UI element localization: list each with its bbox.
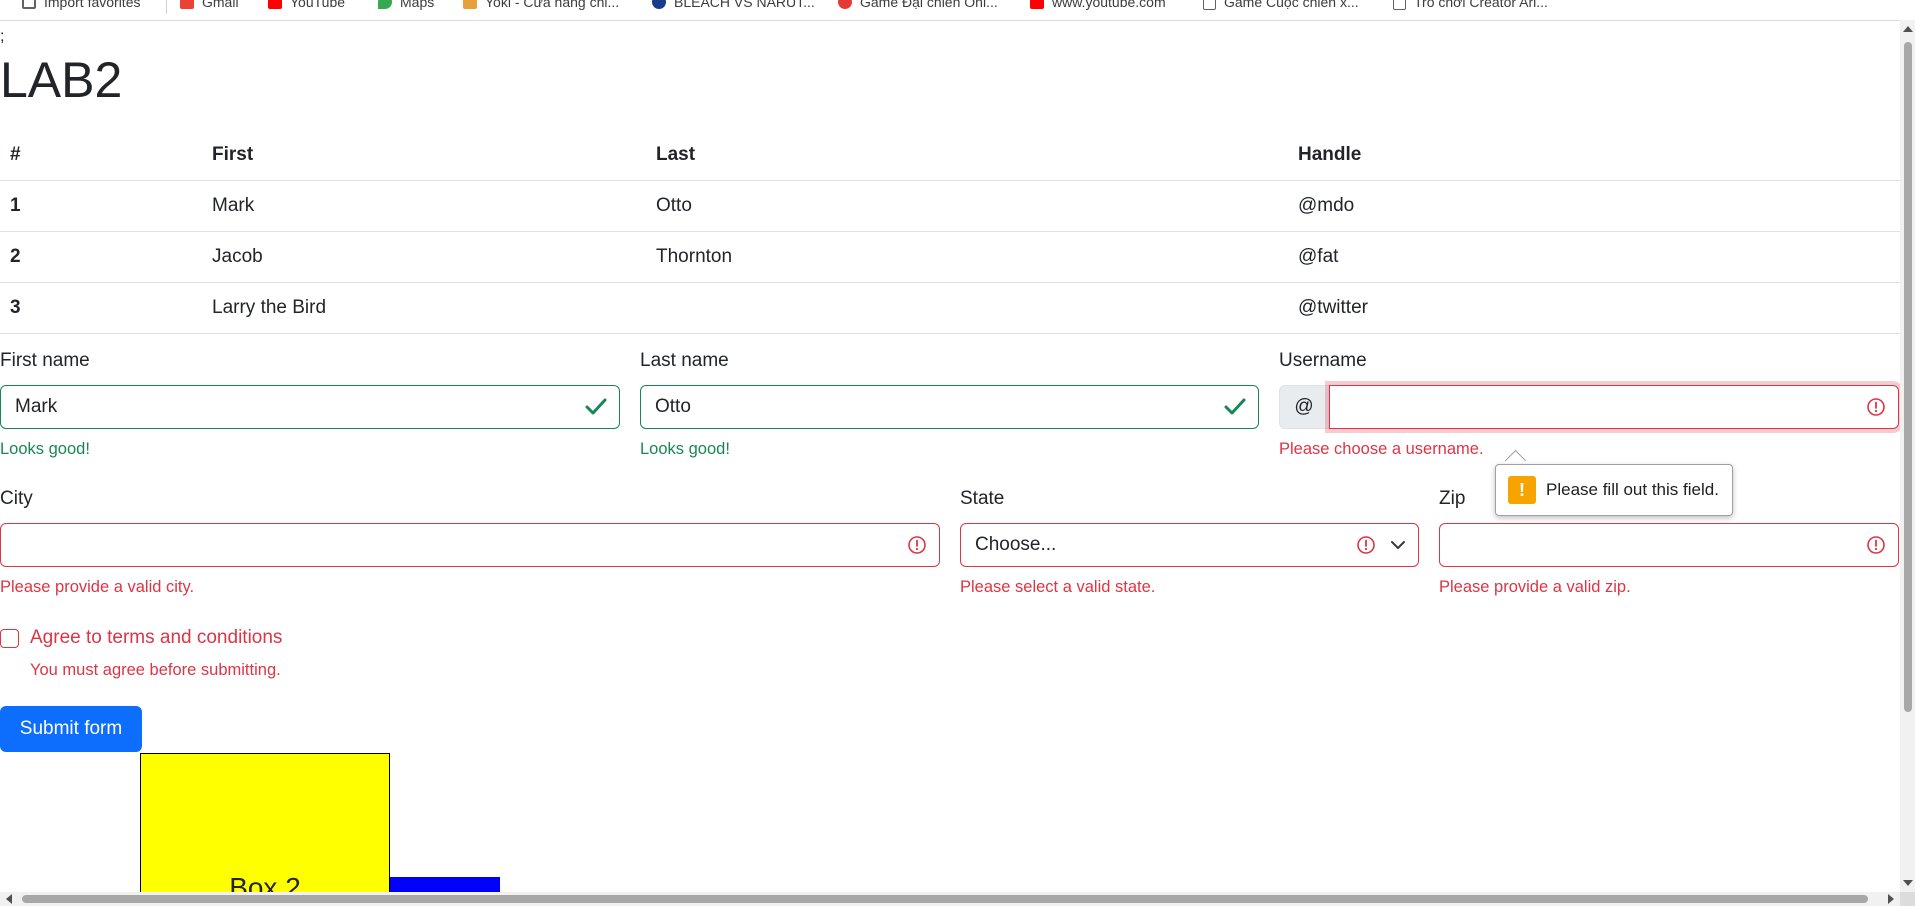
check-icon	[1224, 397, 1246, 417]
cell-handle: @twitter	[1288, 282, 1900, 334]
bookmark-bleach[interactable]: BLEACH VS NARUT...	[652, 0, 815, 12]
cell-last: Otto	[646, 180, 1288, 232]
zip-feedback: Please provide a valid zip.	[1439, 578, 1631, 596]
error-icon	[907, 535, 927, 555]
last-name-feedback: Looks good!	[640, 440, 730, 458]
maps-icon	[378, 0, 392, 9]
gmail-icon	[180, 0, 194, 9]
first-name-input[interactable]: Mark	[0, 385, 620, 429]
error-icon	[1357, 536, 1375, 554]
bookmark-yoki[interactable]: Yoki - Cửa hàng chi...	[463, 0, 619, 12]
bookmark-youtube[interactable]: YouTube	[268, 0, 345, 12]
agree-label[interactable]: Agree to terms and conditions	[30, 627, 282, 649]
horizontal-scrollbar[interactable]	[0, 892, 1900, 906]
scroll-down-arrow-icon[interactable]	[1903, 880, 1913, 886]
bleach-icon	[652, 0, 666, 9]
box-2-label: Box 2	[229, 872, 301, 892]
first-name-value: Mark	[15, 396, 58, 417]
tooltip-message: Please fill out this field.	[1546, 480, 1719, 499]
row-number: 1	[0, 180, 202, 232]
youtube-icon	[268, 0, 282, 9]
username-prefix: @	[1279, 385, 1329, 429]
box-2: Box 2	[140, 753, 390, 892]
last-name-label: Last name	[640, 350, 729, 371]
bookmark-youtube-com[interactable]: www.youtube.com	[1030, 0, 1166, 12]
cell-handle: @fat	[1288, 231, 1900, 283]
game-icon	[838, 0, 852, 9]
warning-icon: !	[1508, 476, 1536, 504]
first-name-label: First name	[0, 350, 90, 371]
username-feedback: Please choose a username.	[1279, 440, 1484, 458]
column-header-number: #	[0, 130, 202, 181]
agree-checkbox[interactable]	[0, 629, 19, 648]
cell-last	[646, 282, 1288, 334]
bookmark-separator	[166, 0, 167, 14]
state-feedback: Please select a valid state.	[960, 578, 1156, 596]
users-table: # First Last Handle 1 Mark Otto @mdo 2 J…	[0, 130, 1900, 334]
table-row: 2 Jacob Thornton @fat	[0, 231, 1900, 283]
blue-box	[390, 877, 500, 892]
column-header-handle: Handle	[1288, 130, 1900, 181]
check-icon	[585, 397, 607, 417]
validation-tooltip: ! Please fill out this field.	[1495, 464, 1733, 516]
last-name-value: Otto	[655, 396, 691, 417]
error-icon	[1866, 397, 1886, 417]
error-icon	[1866, 535, 1886, 555]
bookmark-game-dai-chien[interactable]: Game Đại chiến Onl...	[838, 0, 998, 12]
state-selected-value: Choose...	[975, 534, 1057, 555]
yoki-icon	[463, 0, 477, 9]
state-select[interactable]: Choose...	[960, 523, 1419, 567]
table-header-row: # First Last Handle	[0, 130, 1900, 181]
vertical-scroll-thumb[interactable]	[1904, 42, 1912, 712]
youtube-icon	[1030, 0, 1044, 9]
first-name-feedback: Looks good!	[0, 440, 90, 458]
bookmark-import-favorites[interactable]: Import favorites	[22, 0, 140, 12]
bookmarks-bar: Import favorites Gmail YouTube Maps Yoki…	[0, 0, 1915, 21]
cell-first: Larry the Bird	[202, 282, 646, 334]
city-input[interactable]	[0, 523, 940, 567]
page-icon	[1393, 0, 1406, 10]
chevron-down-icon	[1391, 541, 1405, 549]
page-content: ; LAB2 # First Last Handle 1 Mark Otto @…	[0, 20, 1900, 892]
zip-label: Zip	[1439, 488, 1466, 509]
bookmark-gmail[interactable]: Gmail	[180, 0, 239, 12]
submit-button[interactable]: Submit form	[0, 706, 142, 752]
import-icon	[22, 0, 36, 9]
scroll-up-arrow-icon[interactable]	[1903, 26, 1913, 32]
stray-text: ;	[0, 28, 5, 45]
agree-feedback: You must agree before submitting.	[30, 661, 281, 679]
scroll-right-arrow-icon[interactable]	[1888, 894, 1894, 904]
table-row: 3 Larry the Bird @twitter	[0, 282, 1900, 334]
scrollbar-corner	[1900, 892, 1915, 906]
page-icon	[1203, 0, 1216, 10]
username-label: Username	[1279, 350, 1367, 371]
state-select-icons	[1356, 535, 1406, 555]
bookmark-game-cuoc-chien[interactable]: Game Cuộc chiến x...	[1203, 0, 1359, 12]
scroll-left-arrow-icon[interactable]	[6, 894, 12, 904]
cell-handle: @mdo	[1288, 180, 1900, 232]
bookmark-tro-choi-creator[interactable]: Trò chơi Creator Arl...	[1393, 0, 1548, 12]
row-number: 3	[0, 282, 202, 334]
column-header-last: Last	[646, 130, 1288, 181]
city-feedback: Please provide a valid city.	[0, 578, 195, 596]
horizontal-scroll-thumb[interactable]	[22, 895, 1868, 903]
bookmark-maps[interactable]: Maps	[378, 0, 434, 12]
cell-last: Thornton	[646, 231, 1288, 283]
username-input[interactable]	[1329, 385, 1899, 429]
city-label: City	[0, 488, 33, 509]
cell-first: Jacob	[202, 231, 646, 283]
last-name-input[interactable]: Otto	[640, 385, 1259, 429]
column-header-first: First	[202, 130, 646, 181]
row-number: 2	[0, 231, 202, 283]
vertical-scrollbar[interactable]	[1900, 20, 1915, 892]
cell-first: Mark	[202, 180, 646, 232]
table-row: 1 Mark Otto @mdo	[0, 180, 1900, 232]
page-title: LAB2	[0, 52, 123, 108]
state-label: State	[960, 488, 1005, 509]
zip-input[interactable]	[1439, 523, 1899, 567]
